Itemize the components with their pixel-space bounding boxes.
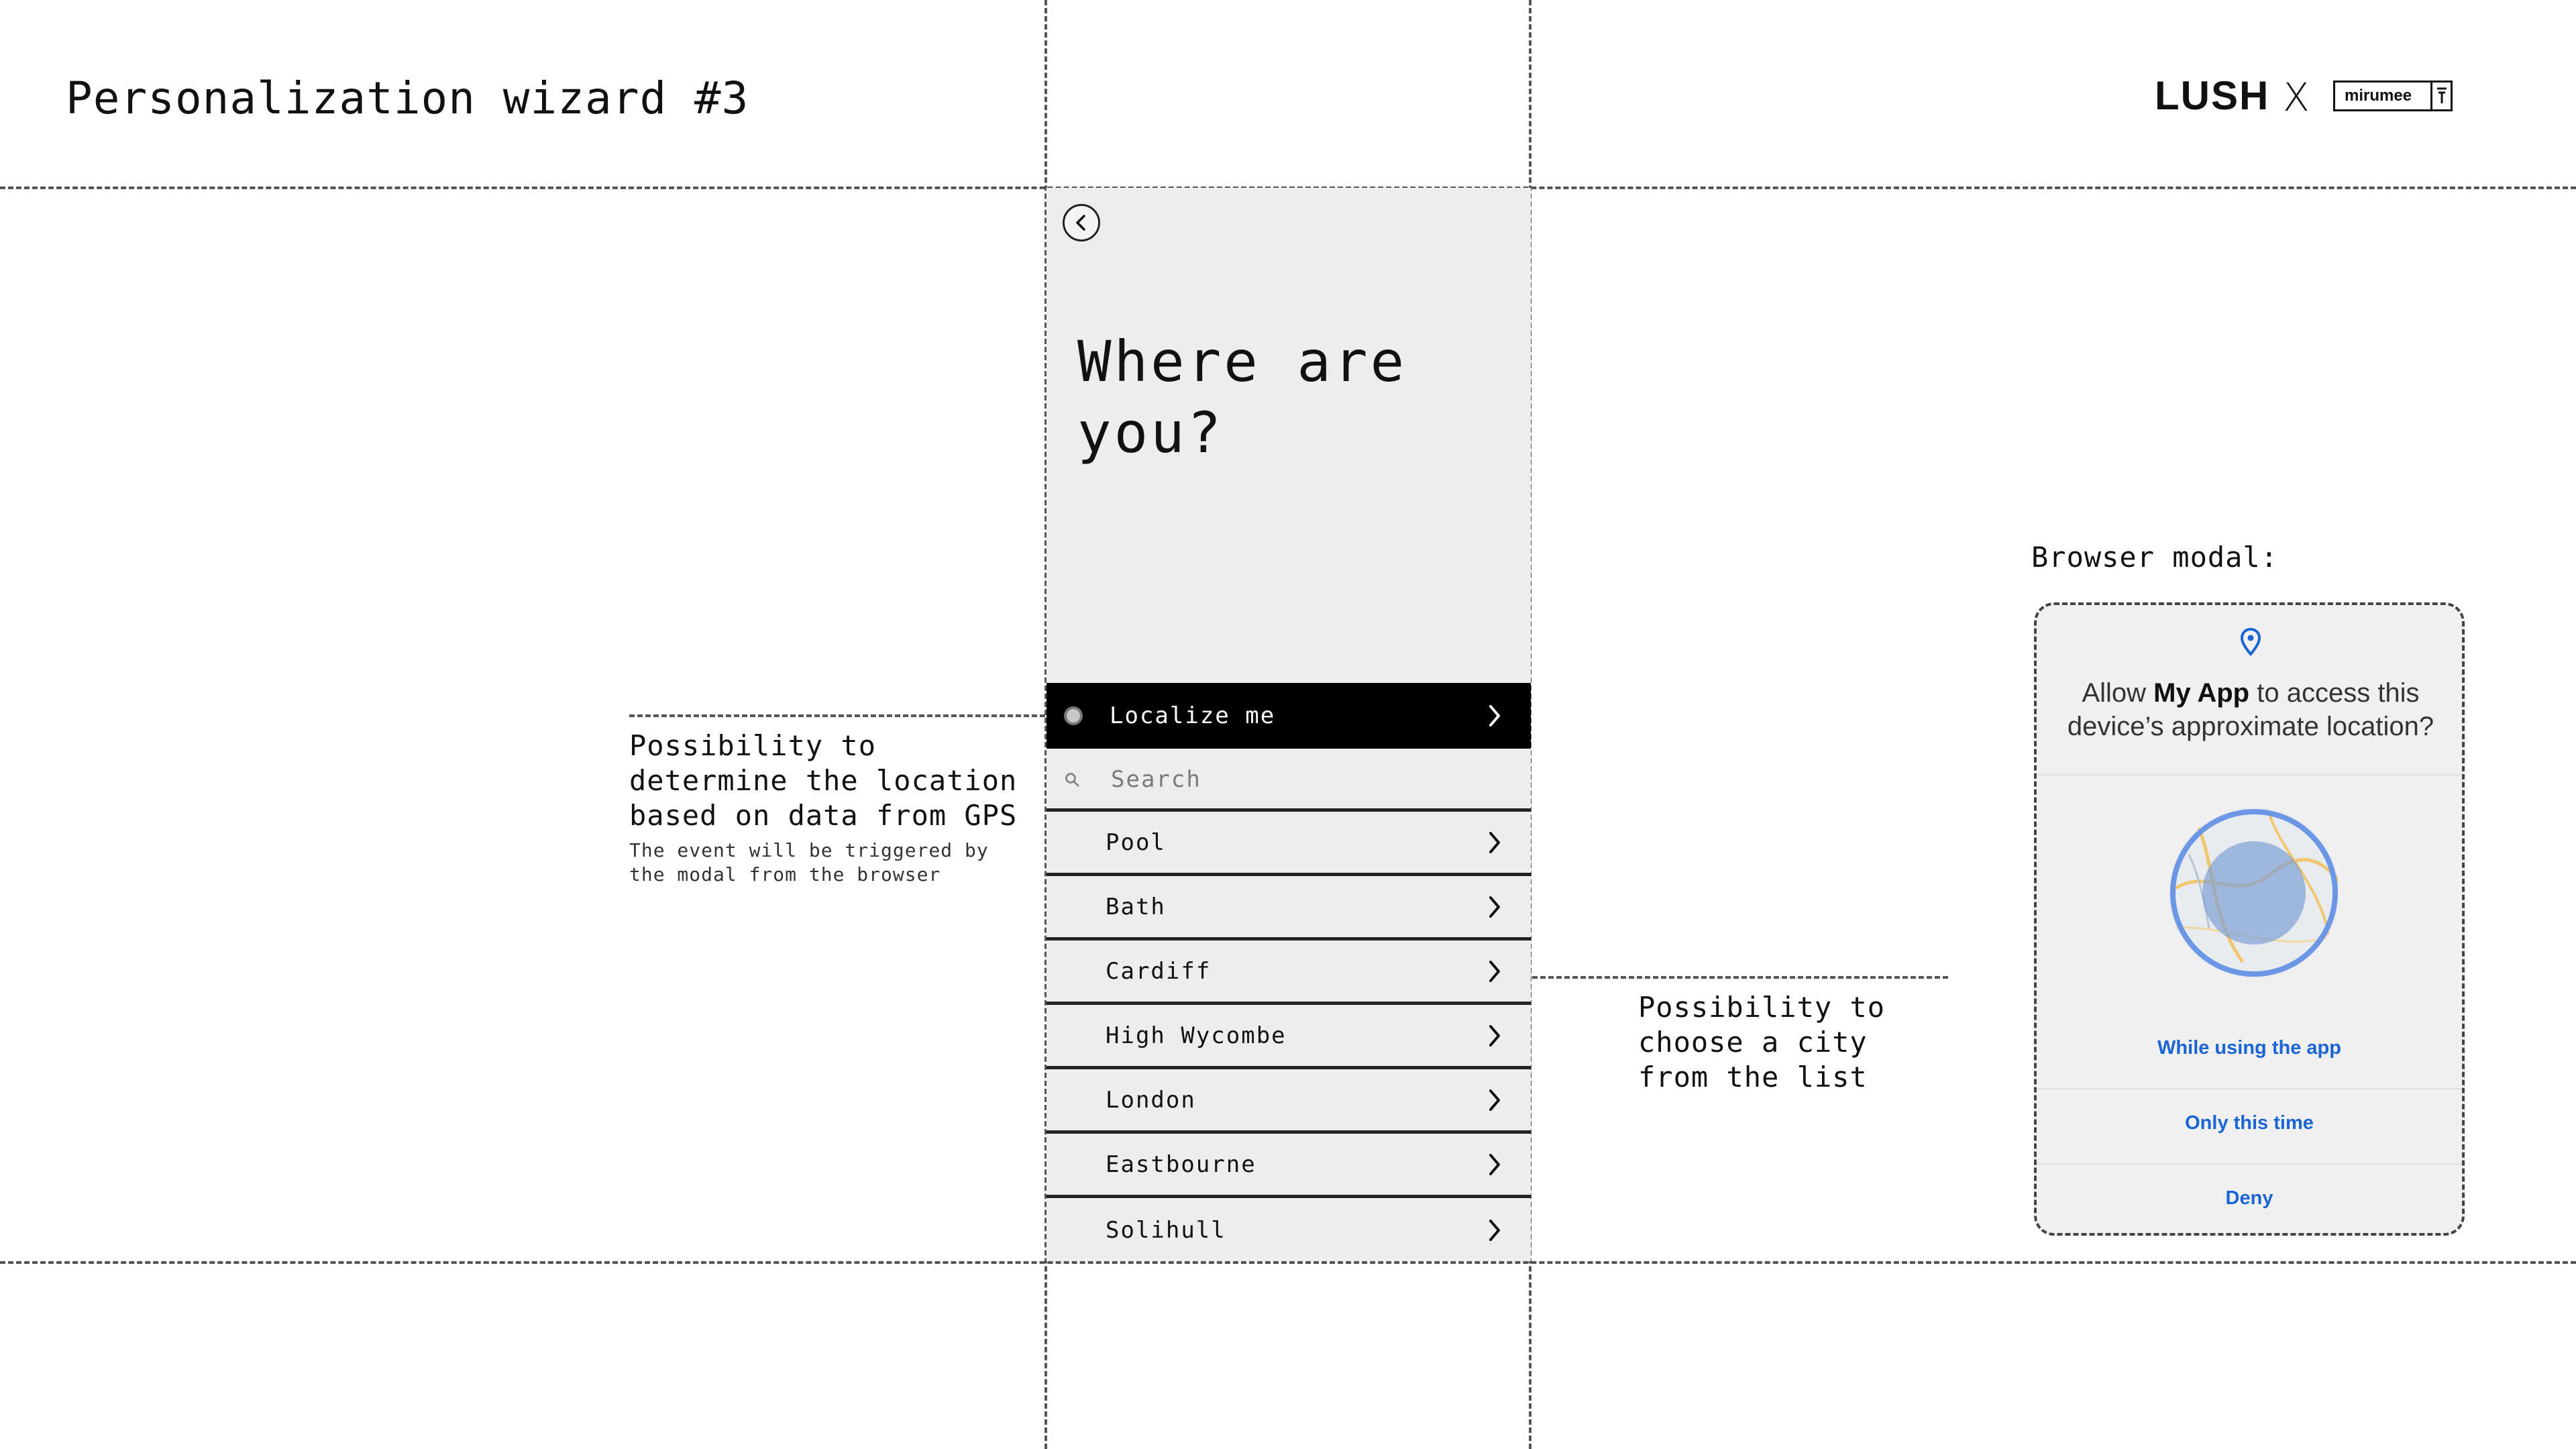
- location-pin-icon: [2240, 628, 2261, 656]
- localize-me-label: Localize me: [1110, 702, 1276, 729]
- city-label: Solihull: [1106, 1217, 1226, 1244]
- chevron-right-icon: [1473, 1151, 1516, 1178]
- city-list-item[interactable]: High Wycombe: [1046, 1005, 1531, 1069]
- gps-connector-line: [629, 714, 1045, 717]
- city-list-item[interactable]: Eastbourne: [1046, 1134, 1531, 1198]
- lush-logo: LUSH: [2155, 73, 2270, 118]
- localize-me-button[interactable]: Localize me: [1046, 683, 1531, 749]
- city-list-item[interactable]: Cardiff: [1046, 941, 1531, 1005]
- chevron-right-icon: [1473, 702, 1516, 729]
- while-using-the-app-button[interactable]: While using the app: [2037, 1037, 2462, 1059]
- only-this-time-button[interactable]: Only this time: [2037, 1112, 2462, 1134]
- city-label: Pool: [1106, 828, 1166, 856]
- chevron-right-icon: [1473, 894, 1516, 920]
- browser-modal-label: Browser modal:: [2031, 541, 2279, 574]
- modal-divider: [2037, 774, 2462, 775]
- city-label: Eastbourne: [1106, 1150, 1256, 1178]
- chevron-right-icon: [1473, 1022, 1516, 1049]
- logo-separator: X: [2283, 74, 2310, 120]
- gps-annotation-note: The event will be triggered by the modal…: [629, 839, 989, 885]
- search-placeholder: Search: [1111, 765, 1201, 793]
- city-label: Bath: [1106, 893, 1166, 920]
- city-list: Pool Bath Cardiff High Wycombe London Ea…: [1046, 812, 1531, 1263]
- deny-button[interactable]: Deny: [2037, 1187, 2462, 1210]
- chevron-right-icon: [1473, 829, 1516, 856]
- list-connector-line: [1532, 976, 1948, 979]
- chevron-right-icon: [1473, 1087, 1516, 1114]
- mirumee-logo-text: mirumee: [2345, 87, 2412, 105]
- city-label: London: [1106, 1086, 1196, 1114]
- city-list-item[interactable]: Bath: [1046, 876, 1531, 941]
- permission-question: Allow My App to access this device’s app…: [2067, 678, 2434, 741]
- city-label: High Wycombe: [1106, 1022, 1287, 1049]
- chevron-right-icon: [1473, 958, 1516, 985]
- list-annotation: Possibility to choose a city from the li…: [1638, 991, 1886, 1093]
- back-button[interactable]: [1063, 204, 1100, 241]
- browser-permission-modal: Allow My App to access this device’s app…: [2034, 602, 2465, 1236]
- search-icon: [1064, 771, 1084, 788]
- city-list-item[interactable]: Solihull: [1046, 1198, 1531, 1263]
- modal-divider: [2037, 1088, 2462, 1089]
- city-label: Cardiff: [1106, 957, 1212, 985]
- chevron-right-icon: [1473, 1217, 1516, 1244]
- city-list-item[interactable]: Pool: [1046, 812, 1531, 876]
- gps-annotation: Possibility to determine the location ba…: [629, 729, 1018, 832]
- phone-heading: Where are you?: [1077, 329, 1407, 466]
- modal-divider: [2037, 1163, 2462, 1165]
- chevron-left-icon: [1076, 215, 1085, 231]
- mirumee-logo-mark: [2430, 83, 2451, 109]
- app-name: My App: [2153, 678, 2250, 708]
- page-title: Personalization wizard #3: [66, 72, 749, 124]
- approximate-location-map: [2169, 808, 2339, 978]
- mirumee-logo: mirumee: [2333, 80, 2453, 111]
- phone-screen: Where are you? Localize me Search Pool B…: [1046, 188, 1531, 1261]
- city-list-item[interactable]: London: [1046, 1069, 1531, 1134]
- radio-icon: [1064, 706, 1083, 725]
- search-input[interactable]: Search: [1046, 750, 1531, 812]
